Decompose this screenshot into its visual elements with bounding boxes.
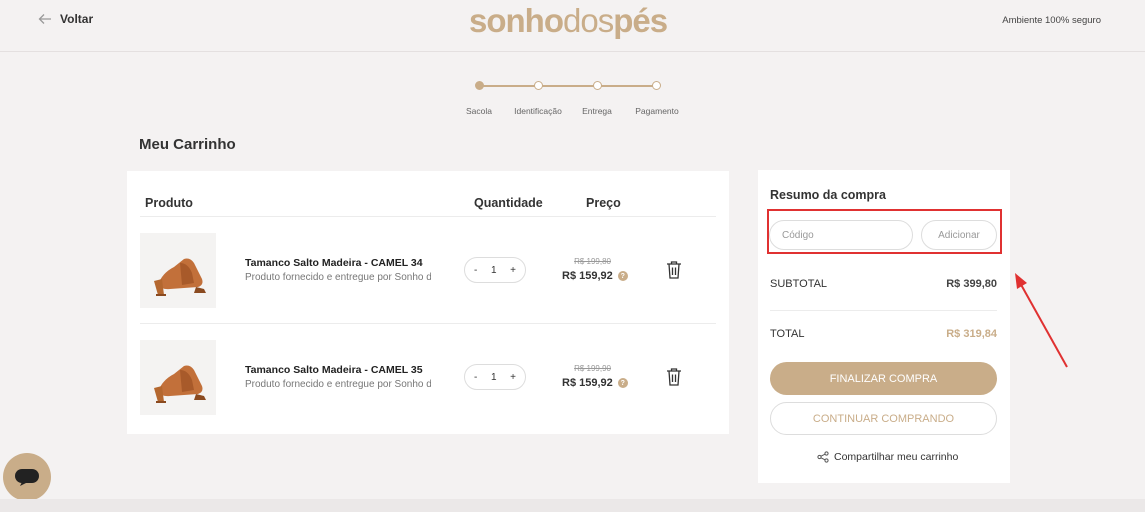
info-icon[interactable]: ? (617, 271, 628, 281)
header: Voltar sonhodospés Ambiente 100% seguro (0, 0, 1145, 52)
chat-icon (15, 469, 39, 486)
old-price: R$ 199,80 (574, 257, 611, 266)
cart-panel: Produto Quantidade Preço Tamanco Salto M… (127, 171, 729, 434)
col-quantity: Quantidade (474, 196, 543, 210)
step-dot-identificacao (534, 81, 543, 90)
cart-header: Produto Quantidade Preço (140, 187, 716, 217)
summary-title: Resumo da compra (770, 188, 887, 202)
sandal-image (140, 340, 216, 415)
step-label-identificacao: Identificação (514, 106, 562, 116)
decrease-button[interactable]: - (474, 372, 477, 383)
product-image[interactable] (140, 340, 216, 415)
price: R$ 159,92 ? (562, 377, 628, 389)
divider (770, 310, 997, 311)
step-dot-pagamento (652, 81, 661, 90)
trash-icon[interactable] (665, 367, 683, 387)
annotation-arrow-icon (1015, 273, 1068, 368)
subtotal-line: SUBTOTAL R$ 399,80 (770, 278, 997, 290)
cart-item: Tamanco Salto Madeira - CAMEL 34 Produto… (140, 217, 716, 324)
logo[interactable]: sonhodospés (469, 2, 668, 40)
old-price: R$ 199,90 (574, 364, 611, 373)
total-line: TOTAL R$ 319,84 (770, 328, 997, 340)
trash-icon[interactable] (665, 260, 683, 280)
step-label-sacola: Sacola (466, 106, 492, 116)
steps-line (479, 85, 657, 87)
back-link[interactable]: Voltar (38, 12, 93, 26)
step-label-entrega: Entrega (582, 106, 612, 116)
subtotal-value: R$ 399,80 (946, 278, 997, 290)
cart-item: Tamanco Salto Madeira - CAMEL 35 Produto… (140, 324, 716, 431)
price-value: R$ 159,92 (562, 270, 613, 282)
product-name[interactable]: Tamanco Salto Madeira - CAMEL 34 (245, 257, 423, 269)
increase-button[interactable]: + (510, 372, 516, 383)
step-label-pagamento: Pagamento (635, 106, 679, 116)
checkout-steps: Sacola Identificação Entrega Pagamento (455, 78, 695, 118)
checkout-button[interactable]: FINALIZAR COMPRA (770, 362, 997, 395)
price: R$ 159,92 ? (562, 270, 628, 282)
quantity-stepper: - 1 + (464, 364, 526, 390)
product-image[interactable] (140, 233, 216, 308)
page-title: Meu Carrinho (139, 136, 236, 153)
step-dot-entrega (593, 81, 602, 90)
col-product: Produto (145, 196, 193, 210)
total-value: R$ 319,84 (946, 328, 997, 340)
price-value: R$ 159,92 (562, 377, 613, 389)
product-description: Produto fornecido e entregue por Sonho d… (245, 272, 431, 283)
arrow-left-icon (38, 14, 51, 24)
increase-button[interactable]: + (510, 265, 516, 276)
product-name[interactable]: Tamanco Salto Madeira - CAMEL 35 (245, 364, 423, 376)
product-description: Produto fornecido e entregue por Sonho d… (245, 379, 431, 390)
decrease-button[interactable]: - (474, 265, 477, 276)
col-price: Preço (586, 196, 621, 210)
quantity-value[interactable]: 1 (491, 372, 497, 383)
continue-shopping-button[interactable]: CONTINUAR COMPRANDO (770, 402, 997, 435)
share-icon (817, 451, 829, 463)
share-label: Compartilhar meu carrinho (834, 451, 959, 463)
share-cart-link[interactable]: Compartilhar meu carrinho (817, 451, 958, 463)
subtotal-label: SUBTOTAL (770, 278, 828, 290)
chat-button[interactable] (3, 453, 51, 501)
sandal-image (140, 233, 216, 308)
back-label: Voltar (60, 12, 94, 26)
quantity-stepper: - 1 + (464, 257, 526, 283)
secure-label: Ambiente 100% seguro (1002, 15, 1101, 26)
highlight-box (767, 209, 1002, 254)
info-icon[interactable]: ? (617, 378, 628, 388)
footer-band (0, 499, 1145, 512)
total-label: TOTAL (770, 328, 805, 340)
step-dot-sacola (475, 81, 484, 90)
quantity-value[interactable]: 1 (491, 265, 497, 276)
